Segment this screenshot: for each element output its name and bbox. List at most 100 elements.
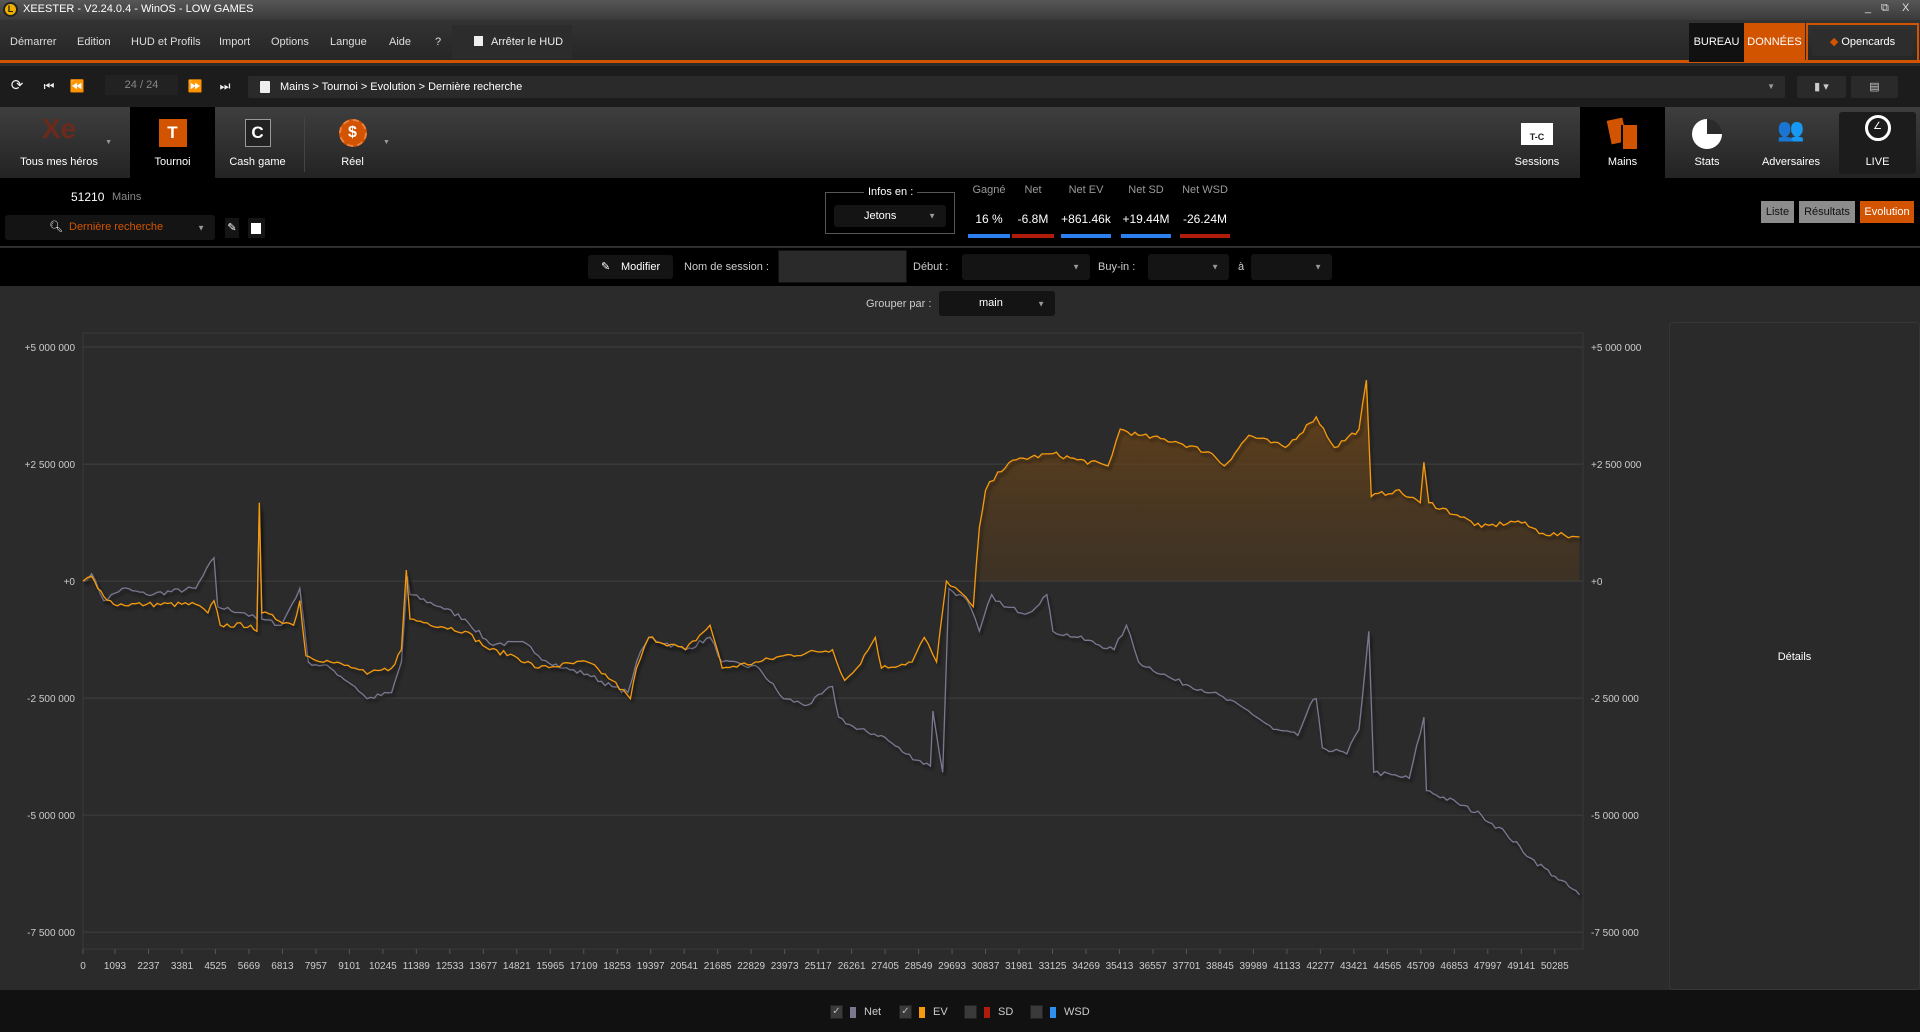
modify-button[interactable]: ✎ Modifier xyxy=(588,255,673,279)
legend-label: WSD xyxy=(1064,1006,1090,1018)
hands-label: Mains xyxy=(112,191,142,203)
breadcrumb[interactable]: Mains > Tournoi > Evolution > Dernière r… xyxy=(248,76,1785,98)
menu-import[interactable]: Import xyxy=(219,36,250,48)
start-label: Début : xyxy=(913,261,949,273)
modify-label: Modifier xyxy=(621,261,661,273)
stop-hud-toggle[interactable]: Arrêter le HUD xyxy=(452,25,572,59)
search-dropdown[interactable]: 🔍︎ Dernière recherche ▼ xyxy=(5,215,215,240)
sd-swatch xyxy=(984,1007,990,1018)
x-tick-label: 50285 xyxy=(1541,961,1569,972)
hands-count: 51210 xyxy=(71,190,105,204)
x-tick-label: 11389 xyxy=(403,961,431,972)
filter-bar: ✎ Modifier Nom de session : Début : ▼ Bu… xyxy=(0,248,1920,286)
previous-icon[interactable]: ⏪ xyxy=(65,74,89,98)
stat-bar xyxy=(1061,234,1111,238)
evolution-chart: +5 000 000 +5 000 000 +2 500 000 +2 500 000… xyxy=(25,332,1642,972)
chevron-down-icon[interactable]: ▼ xyxy=(1767,82,1775,91)
buyin-label: Buy-in : xyxy=(1098,261,1136,273)
y-tick-label-right: +2 500 000 xyxy=(1591,460,1642,471)
first-page-icon[interactable]: ⏮ xyxy=(37,74,61,98)
tab-mains[interactable]: Mains xyxy=(1580,107,1665,178)
units-dropdown[interactable]: Jetons ▼ xyxy=(834,205,946,227)
menu-hud-profils[interactable]: HUD et Profils xyxy=(131,36,201,48)
bookmark-button[interactable]: ▮ ▾ xyxy=(1797,76,1846,98)
chevron-down-icon[interactable]: ▼ xyxy=(383,139,390,146)
chevron-down-icon[interactable]: ▼ xyxy=(105,139,112,146)
refresh-icon[interactable]: ⟳ xyxy=(5,74,29,98)
stat-value: +19.44M xyxy=(1122,212,1170,226)
bureau-button[interactable]: BUREAU xyxy=(1689,23,1744,62)
minimize-button[interactable]: _ xyxy=(1865,2,1871,14)
y-tick-label-right: -7 500 000 xyxy=(1591,928,1639,939)
plot-area xyxy=(82,332,1584,950)
donnees-button[interactable]: DONNÉES xyxy=(1744,23,1805,62)
x-tick-label: 4525 xyxy=(204,961,227,972)
start-date-select[interactable]: ▼ xyxy=(962,254,1090,280)
tab-liste[interactable]: Liste xyxy=(1761,201,1794,223)
buyin-min-select[interactable]: ▼ xyxy=(1148,254,1229,280)
tab-tournoi[interactable]: T Tournoi xyxy=(130,107,215,178)
x-tick-label: 39989 xyxy=(1240,961,1268,972)
last-page-icon[interactable]: ⏭ xyxy=(213,74,237,98)
x-tick-label: 9101 xyxy=(338,961,361,972)
pencil-icon: ✎ xyxy=(601,261,611,273)
restore-button[interactable]: ⧉ xyxy=(1881,2,1889,15)
sd-checkbox[interactable] xyxy=(964,1005,977,1019)
ev-swatch xyxy=(919,1007,925,1018)
y-tick-label-left: +0 xyxy=(64,577,76,588)
menu-langue[interactable]: Langue xyxy=(330,36,367,48)
alarm-clock-icon: ∠ xyxy=(1864,115,1891,141)
net-checkbox[interactable]: ✓ xyxy=(830,1005,843,1019)
tab-sessions[interactable]: T-C Sessions xyxy=(1495,107,1579,178)
tab-evolution[interactable]: Evolution xyxy=(1860,201,1914,223)
infos-en-group: Infos en : Jetons ▼ xyxy=(825,186,955,234)
users-icon: 👥 xyxy=(1777,117,1805,142)
menu-options[interactable]: Options xyxy=(271,36,309,48)
document-icon: ▤ xyxy=(1869,81,1880,93)
mains-label: Mains xyxy=(1607,156,1638,168)
dollar-chip-icon: $ xyxy=(338,119,367,147)
y-tick-label-right: -2 500 000 xyxy=(1591,694,1639,705)
sessions-label: Sessions xyxy=(1514,156,1560,168)
infos-en-label: Infos en : xyxy=(864,186,918,198)
tab-cash-game[interactable]: C Cash game xyxy=(215,107,300,178)
document-icon xyxy=(251,223,261,234)
menu-edition[interactable]: Edition xyxy=(77,36,111,48)
close-button[interactable]: X xyxy=(1902,2,1909,14)
x-tick-label: 17109 xyxy=(570,961,598,972)
next-icon[interactable]: ⏩ xyxy=(183,74,207,98)
tab-adversaires[interactable]: 👥 Adversaires xyxy=(1749,107,1833,178)
chevron-down-icon: ▼ xyxy=(1314,262,1322,272)
tab-stats[interactable]: Stats xyxy=(1665,107,1749,178)
live-button[interactable]: ∠ LIVE xyxy=(1839,112,1916,174)
x-tick-label: 29693 xyxy=(938,961,966,972)
x-tick-label: 22829 xyxy=(737,961,765,972)
ev-checkbox[interactable]: ✓ xyxy=(899,1005,912,1019)
menu-help[interactable]: ? xyxy=(435,36,441,48)
summary-panel: 51210 Mains 🔍︎ Dernière recherche ▼ ✎ In… xyxy=(0,178,1920,247)
hud-checkbox[interactable] xyxy=(474,36,483,46)
x-tick-label: 18253 xyxy=(603,961,631,972)
breadcrumb-text: Mains > Tournoi > Evolution > Dernière r… xyxy=(280,81,523,93)
x-tick-label: 14821 xyxy=(503,961,531,972)
menu-aide[interactable]: Aide xyxy=(389,36,411,48)
reel-label: Réel xyxy=(341,156,364,168)
legend-label: EV xyxy=(933,1006,948,1018)
x-tick-label: 12533 xyxy=(436,961,464,972)
real-money-selector[interactable]: $ Réel ▼ xyxy=(310,107,395,178)
tab-resultats[interactable]: Résultats xyxy=(1799,201,1855,223)
legend-label: Net xyxy=(864,1006,882,1018)
menu-demarrer[interactable]: Démarrer xyxy=(10,36,56,48)
edit-search-icon[interactable]: ✎ xyxy=(225,218,239,238)
notes-button[interactable]: ▤ xyxy=(1851,76,1898,98)
heroes-selector[interactable]: Xe Tous mes héros ▼ xyxy=(10,107,112,178)
buyin-max-select[interactable]: ▼ xyxy=(1251,254,1332,280)
wsd-checkbox[interactable] xyxy=(1030,1005,1043,1019)
xeester-logo-icon: Xe xyxy=(41,113,77,144)
opencards-button[interactable]: ◆ Opencards xyxy=(1806,23,1919,62)
x-tick-label: 47997 xyxy=(1474,961,1502,972)
copy-search-button[interactable] xyxy=(248,218,265,238)
session-name-input[interactable] xyxy=(778,250,907,283)
stat-label: Net EV xyxy=(1068,184,1104,196)
stats-label: Stats xyxy=(1694,156,1720,168)
